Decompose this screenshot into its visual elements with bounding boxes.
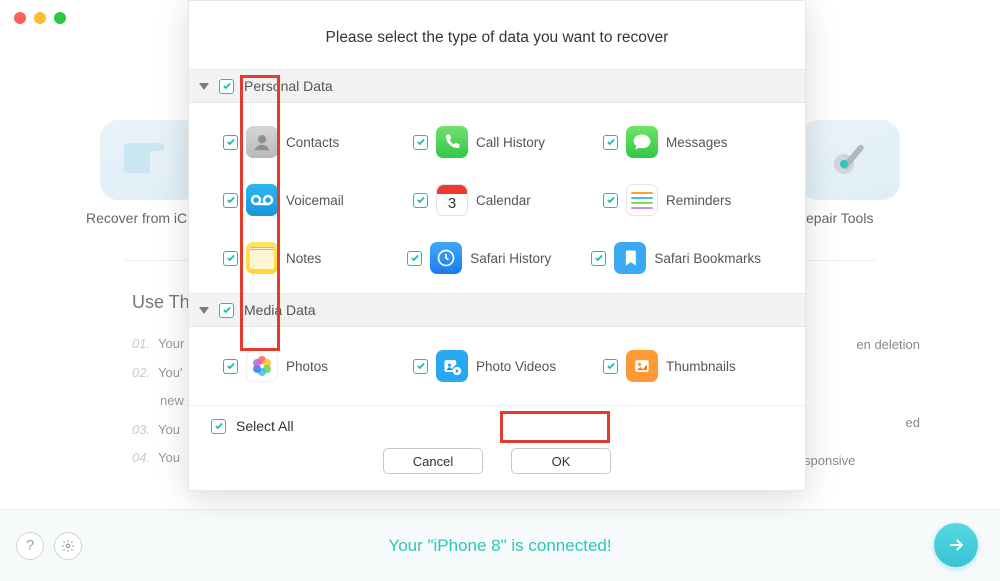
messages-icon <box>626 126 658 158</box>
footer-status-text: Your "iPhone 8" is connected! <box>0 536 1000 556</box>
checkbox-select-all[interactable] <box>211 419 226 434</box>
section-label: Media Data <box>244 302 316 318</box>
item-calendar: 3 Calendar <box>413 184 603 216</box>
reminders-icon <box>626 184 658 216</box>
contacts-icon <box>246 126 278 158</box>
checkbox-section-personal[interactable] <box>219 79 234 94</box>
item-label: Call History <box>476 135 545 150</box>
item-label: Calendar <box>476 193 531 208</box>
select-data-modal: Please select the type of data you want … <box>188 0 806 491</box>
checkbox-notes[interactable] <box>223 251 238 266</box>
checkbox-photo-videos[interactable] <box>413 359 428 374</box>
voicemail-icon <box>246 184 278 216</box>
item-label: Thumbnails <box>666 359 736 374</box>
checkbox-messages[interactable] <box>603 135 618 150</box>
footer-bar: ? Your "iPhone 8" is connected! <box>0 509 1000 581</box>
arrow-right-icon <box>946 535 966 555</box>
bg-tile-recover-icloud <box>100 120 200 200</box>
section-grid-media: Photos Photo Videos Thumbnails <box>189 327 805 401</box>
bg-tab-label-right: epair Tools <box>806 210 873 226</box>
section-grid-personal: Contacts Call History Messages <box>189 103 805 293</box>
bg-tab-label-left: Recover from iC <box>86 210 187 226</box>
item-safari-history: Safari History <box>407 242 591 274</box>
chevron-down-icon <box>199 307 209 314</box>
item-notes: Notes <box>223 242 407 274</box>
checkbox-safari-history[interactable] <box>407 251 422 266</box>
photos-icon <box>246 350 278 382</box>
wrench-gear-icon <box>824 134 876 186</box>
bg-use-this-heading: Use Thi <box>132 292 194 313</box>
next-button[interactable] <box>934 523 978 567</box>
checkbox-contacts[interactable] <box>223 135 238 150</box>
devices-icon <box>120 139 180 181</box>
item-contacts: Contacts <box>223 126 413 158</box>
photo-videos-icon <box>436 350 468 382</box>
item-label: Photo Videos <box>476 359 556 374</box>
phone-icon <box>436 126 468 158</box>
item-label: Photos <box>286 359 328 374</box>
section-header-personal[interactable]: Personal Data <box>189 69 805 103</box>
item-photo-videos: Photo Videos <box>413 350 603 382</box>
checkbox-calendar[interactable] <box>413 193 428 208</box>
section-header-media[interactable]: Media Data <box>189 293 805 327</box>
item-label: Safari History <box>470 251 551 266</box>
item-label: Notes <box>286 251 321 266</box>
ok-button[interactable]: OK <box>511 448 611 474</box>
checkbox-reminders[interactable] <box>603 193 618 208</box>
modal-title: Please select the type of data you want … <box>189 1 805 69</box>
bg-tile-repair-tools <box>800 120 900 200</box>
thumbnails-icon <box>626 350 658 382</box>
item-label: Messages <box>666 135 728 150</box>
select-all-row: Select All <box>189 405 805 444</box>
cancel-button[interactable]: Cancel <box>383 448 483 474</box>
section-label: Personal Data <box>244 78 333 94</box>
select-all-label: Select All <box>236 418 294 434</box>
checkbox-thumbnails[interactable] <box>603 359 618 374</box>
item-thumbnails: Thumbnails <box>603 350 793 382</box>
item-label: Contacts <box>286 135 339 150</box>
item-photos: Photos <box>223 350 413 382</box>
item-reminders: Reminders <box>603 184 793 216</box>
item-safari-bookmarks: Safari Bookmarks <box>591 242 795 274</box>
item-label: Reminders <box>666 193 731 208</box>
item-label: Voicemail <box>286 193 344 208</box>
checkbox-safari-bookmarks[interactable] <box>591 251 606 266</box>
chevron-down-icon <box>199 83 209 90</box>
item-voicemail: Voicemail <box>223 184 413 216</box>
checkbox-call-history[interactable] <box>413 135 428 150</box>
item-messages: Messages <box>603 126 793 158</box>
calendar-icon: 3 <box>436 184 468 216</box>
modal-button-row: Cancel OK <box>189 448 805 474</box>
checkbox-voicemail[interactable] <box>223 193 238 208</box>
notes-icon <box>246 242 278 274</box>
safari-bookmarks-icon <box>614 242 646 274</box>
safari-history-icon <box>430 242 462 274</box>
item-label: Safari Bookmarks <box>654 251 761 266</box>
checkbox-photos[interactable] <box>223 359 238 374</box>
item-call-history: Call History <box>413 126 603 158</box>
checkbox-section-media[interactable] <box>219 303 234 318</box>
